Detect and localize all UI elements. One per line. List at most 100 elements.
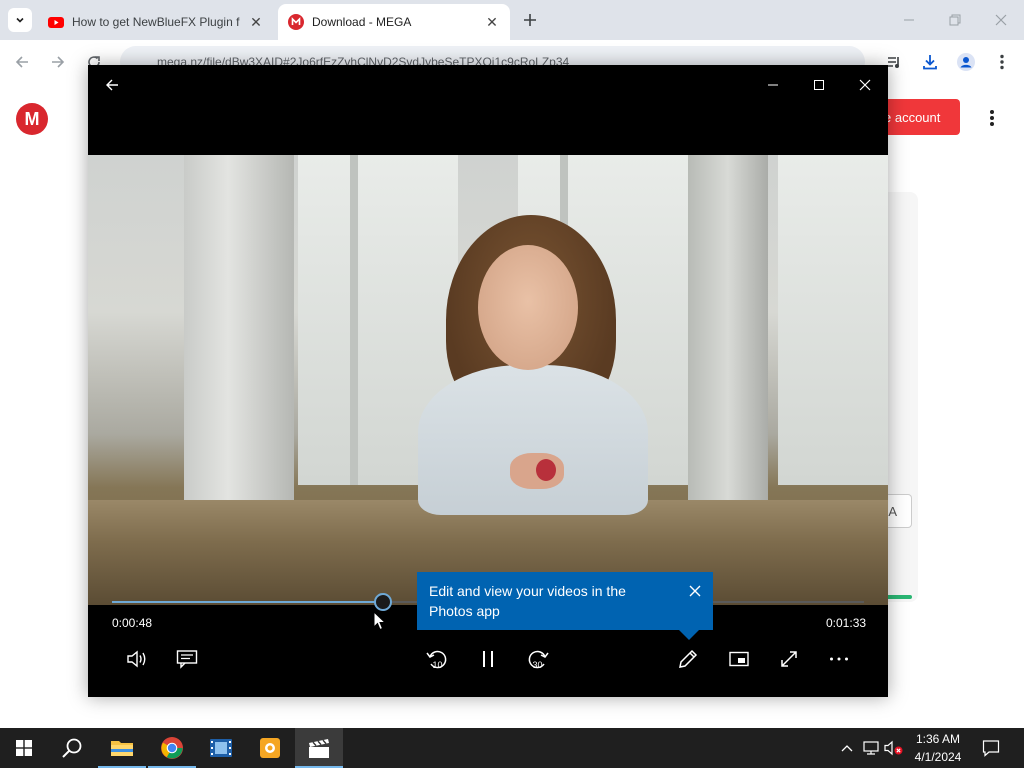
kebab-menu-icon (990, 110, 994, 126)
arrow-right-icon (52, 56, 65, 68)
skip-back-10-button[interactable]: 10 (421, 643, 453, 675)
volume-icon (127, 650, 146, 668)
mega-icon (288, 14, 304, 30)
browser-restore-button[interactable] (941, 8, 969, 32)
video-scene-window (778, 155, 888, 485)
subtitles-button[interactable] (171, 643, 203, 675)
folder-icon (111, 741, 133, 756)
arrow-left-icon (106, 79, 118, 91)
film-strip-icon (210, 739, 232, 757)
player-minimize-button[interactable] (753, 69, 793, 101)
search-icon (62, 738, 82, 758)
browser-minimize-button[interactable] (895, 8, 923, 32)
pause-button[interactable] (472, 643, 504, 675)
orange-app-taskbar-button[interactable] (246, 728, 294, 768)
player-back-button[interactable] (92, 69, 132, 101)
svg-text:10: 10 (432, 660, 442, 670)
search-button[interactable] (48, 728, 96, 768)
tab-search-button[interactable] (8, 8, 32, 32)
close-tab-icon[interactable]: ✕ (248, 14, 264, 30)
player-maximize-button[interactable] (799, 69, 839, 101)
notification-icon (982, 740, 1000, 757)
start-button[interactable] (0, 728, 48, 768)
volume-button[interactable] (121, 643, 153, 675)
youtube-icon (48, 17, 64, 28)
tooltip-pointer (679, 630, 699, 640)
downloads-button[interactable] (918, 50, 942, 74)
mini-view-button[interactable] (723, 643, 755, 675)
profile-button[interactable] (954, 50, 978, 74)
restore-icon (949, 14, 961, 26)
download-card (886, 192, 918, 602)
tab-mega-download[interactable]: Download - MEGA ✕ (278, 4, 510, 40)
video-editor-taskbar-button[interactable] (197, 728, 245, 768)
player-close-button[interactable] (845, 69, 885, 101)
fullscreen-button[interactable] (773, 643, 805, 675)
video-scene-child (478, 245, 578, 370)
page-menu-button[interactable] (984, 108, 1000, 128)
chevron-down-icon (16, 17, 24, 23)
new-tab-button[interactable] (520, 10, 540, 30)
total-duration: 0:01:33 (826, 616, 867, 630)
rewind-10-icon: 10 (426, 650, 447, 670)
tab-title: Download - MEGA (312, 15, 412, 29)
minimize-icon (768, 84, 778, 86)
network-tray-icon[interactable] (861, 738, 881, 758)
clock-date: 4/1/2024 (914, 750, 962, 764)
photos-app-tooltip[interactable]: Edit and view your videos in the Photos … (417, 572, 713, 640)
show-hidden-icons-button[interactable] (837, 738, 857, 758)
movies-tv-taskbar-button[interactable] (295, 728, 343, 768)
volume-muted-icon (884, 740, 903, 756)
plus-icon (524, 14, 536, 26)
close-icon (859, 79, 871, 91)
video-scene-pillar (184, 155, 294, 507)
more-options-button[interactable] (823, 643, 855, 675)
browser-menu-button[interactable] (990, 50, 1014, 74)
clapperboard-icon (309, 739, 329, 758)
video-scene-mullion (350, 155, 358, 485)
action-center-button[interactable] (981, 738, 1001, 758)
mouse-cursor-icon (373, 611, 387, 631)
kebab-menu-icon (1000, 54, 1004, 70)
volume-tray-icon[interactable] (884, 738, 904, 758)
minimize-icon (904, 19, 914, 21)
mini-view-icon (729, 651, 749, 667)
taskbar-clock[interactable]: 1:36 AM 4/1/2024 (903, 730, 973, 766)
pencil-icon (679, 649, 698, 668)
close-tab-icon[interactable]: ✕ (484, 14, 500, 30)
tooltip-close-button[interactable] (685, 581, 705, 601)
windows-taskbar (0, 728, 1024, 768)
video-frame[interactable] (88, 155, 888, 605)
file-explorer-taskbar-button[interactable] (98, 728, 146, 768)
elapsed-time: 0:00:48 (112, 616, 153, 630)
seek-bar-progress (112, 601, 383, 603)
pause-icon (483, 651, 493, 667)
windows-logo-icon (16, 740, 32, 756)
forward-30-icon: 30 (528, 650, 549, 670)
browser-close-button[interactable] (987, 8, 1015, 32)
chrome-taskbar-button[interactable] (148, 728, 196, 768)
back-button[interactable] (10, 50, 34, 74)
fullscreen-icon (781, 651, 797, 667)
maximize-icon (814, 80, 824, 90)
seek-thumb[interactable] (373, 593, 392, 611)
forward-button[interactable] (46, 50, 70, 74)
clock-time: 1:36 AM (915, 732, 961, 746)
download-icon (923, 55, 937, 70)
network-icon (863, 741, 879, 755)
more-icon (830, 657, 848, 661)
app-icon (260, 738, 280, 758)
edit-button[interactable] (672, 643, 704, 675)
skip-forward-30-button[interactable]: 30 (522, 643, 554, 675)
close-icon (689, 585, 701, 597)
chevron-up-icon (841, 745, 853, 752)
browser-tab-strip: How to get NewBlueFX Plugin f ✕ Download… (0, 0, 1024, 40)
arrow-left-icon (15, 56, 28, 68)
tab-youtube[interactable]: How to get NewBlueFX Plugin f ✕ (38, 4, 274, 40)
tab-title: How to get NewBlueFX Plugin f (72, 15, 240, 29)
video-scene-child (418, 365, 648, 515)
download-progress-bar (886, 595, 912, 599)
tooltip-text: Edit and view your videos in the Photos … (429, 583, 626, 619)
mega-logo[interactable]: M (16, 103, 48, 135)
avatar-icon (957, 53, 975, 71)
